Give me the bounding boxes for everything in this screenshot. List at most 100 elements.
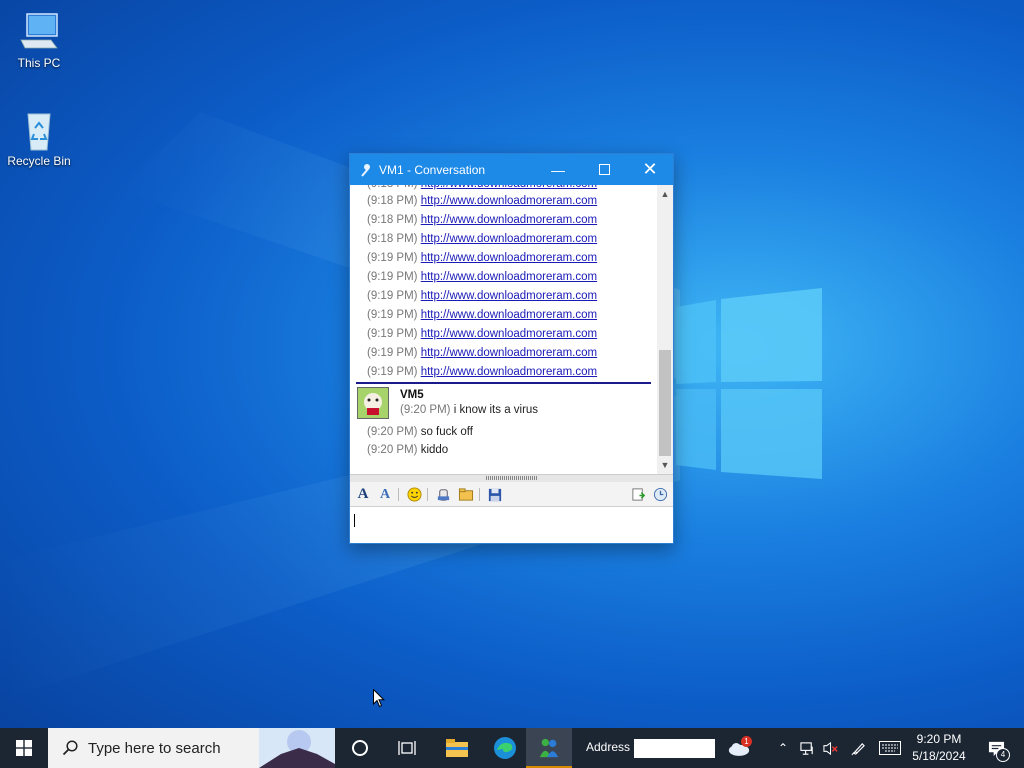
message-input[interactable] (350, 507, 673, 543)
cat-avatar-icon (358, 388, 388, 418)
floppy-disk-icon (488, 488, 502, 501)
text-caret (354, 514, 355, 527)
edge-icon (494, 737, 516, 759)
keyboard-icon (879, 741, 901, 755)
clock-time: 9:20 PM (916, 732, 962, 746)
touch-keyboard-button[interactable] (876, 728, 904, 768)
taskbar: Type here to search Address 1 ⌃ 9:20 PM … (0, 728, 1024, 768)
task-view-button[interactable] (384, 728, 430, 768)
window-titlebar[interactable]: VM1 - Conversation — ✕ (350, 154, 673, 185)
desktop-icon-label: Recycle Bin (7, 154, 71, 168)
message-link[interactable]: http://www.downloadmoreram.com (421, 271, 597, 283)
message-link[interactable]: http://www.downloadmoreram.com (421, 195, 597, 207)
message-link[interactable]: http://www.downloadmoreram.com (421, 347, 597, 359)
notification-badge: 1 (741, 736, 752, 747)
computer-icon (20, 13, 58, 49)
network-button[interactable] (796, 728, 818, 768)
action-center-badge: 4 (996, 748, 1010, 762)
nudge-button[interactable] (434, 486, 452, 503)
chat-message: (9:18 PM) http://www.downloadmoreram.com (367, 195, 598, 207)
window-title: VM1 - Conversation (379, 162, 486, 177)
pen-icon (851, 742, 865, 755)
clock-icon (653, 487, 667, 502)
minimize-icon: — (551, 161, 565, 178)
font-color-button[interactable]: A (376, 486, 394, 503)
clock-date: 5/18/2024 (912, 749, 966, 763)
file-explorer-button[interactable] (433, 728, 481, 768)
desktop-icon-this-pc[interactable]: This PC (3, 10, 75, 70)
taskbar-clock[interactable]: 9:20 PM 5/18/2024 (907, 731, 971, 765)
volume-muted-icon (822, 741, 838, 755)
message-link[interactable]: http://www.downloadmoreram.com (421, 214, 597, 226)
sender-separator (356, 382, 651, 384)
emoticon-button[interactable] (405, 486, 423, 503)
chat-message-partial: (9:18 PM) http://www.downloadmoreram.com (367, 185, 597, 190)
message-link[interactable]: http://www.downloadmoreram.com (421, 328, 597, 340)
close-button[interactable]: ✕ (627, 154, 673, 185)
messenger-icon (361, 163, 370, 177)
network-icon (799, 741, 813, 755)
chat-message: (9:19 PM) http://www.downloadmoreram.com (367, 290, 598, 302)
save-button[interactable] (486, 486, 504, 503)
show-hidden-icons-button[interactable]: ⌃ (772, 728, 794, 768)
message-link[interactable]: http://www.downloadmoreram.com (421, 366, 597, 378)
messenger-taskbar-button[interactable] (526, 728, 572, 768)
send-file-button[interactable] (457, 486, 475, 503)
font-icon: A (357, 486, 369, 502)
scroll-up-icon[interactable]: ▲ (657, 187, 673, 201)
close-icon: ✕ (642, 159, 658, 179)
maximize-button[interactable] (581, 154, 627, 185)
chat-message: (9:20 PM) i know its a virus (400, 404, 539, 416)
start-button[interactable] (0, 728, 48, 768)
font-color-icon: A (379, 486, 391, 502)
action-center-button[interactable]: 4 (978, 728, 1014, 768)
chat-scrollbar[interactable]: ▲ ▼ (657, 185, 673, 474)
message-toolbar: A A (350, 482, 673, 507)
windows-logo-icon (16, 740, 32, 756)
chat-message: (9:19 PM) http://www.downloadmoreram.com (367, 252, 598, 264)
minimize-button[interactable]: — (535, 154, 581, 185)
search-icon (62, 740, 78, 756)
paste-button[interactable] (629, 486, 647, 503)
chat-message: (9:19 PM) http://www.downloadmoreram.com (367, 328, 598, 340)
history-button[interactable] (651, 486, 669, 503)
scrollbar-thumb[interactable] (659, 350, 671, 456)
chat-message: (9:19 PM) http://www.downloadmoreram.com (367, 366, 598, 378)
pane-splitter[interactable] (350, 474, 673, 482)
task-view-icon (398, 741, 416, 755)
chat-message: (9:19 PM) http://www.downloadmoreram.com (367, 271, 598, 283)
chevron-up-icon: ⌃ (777, 741, 789, 755)
chat-history[interactable]: (9:18 PM) http://www.downloadmoreram.com… (350, 185, 659, 474)
message-link[interactable]: http://www.downloadmoreram.com (421, 252, 597, 264)
pen-button[interactable] (846, 728, 870, 768)
folder-icon (458, 488, 474, 501)
cortana-button[interactable] (337, 728, 383, 768)
message-link[interactable]: http://www.downloadmoreram.com (421, 309, 597, 321)
address-label: Address (586, 740, 631, 754)
sender-name: VM5 (400, 389, 424, 401)
edge-button[interactable] (481, 728, 529, 768)
chat-message: (9:20 PM) kiddo (367, 444, 449, 456)
weather-notification-button[interactable]: 1 (724, 728, 754, 768)
address-input[interactable] (634, 739, 715, 758)
recycle-bin-icon (27, 113, 51, 151)
taskbar-search[interactable]: Type here to search (48, 728, 335, 768)
font-button[interactable]: A (354, 486, 372, 503)
search-placeholder: Type here to search (88, 739, 221, 757)
chat-message: (9:19 PM) http://www.downloadmoreram.com (367, 309, 598, 321)
scroll-down-icon[interactable]: ▼ (657, 458, 673, 472)
message-link[interactable]: http://www.downloadmoreram.com (421, 233, 597, 245)
mouse-cursor-icon (373, 689, 385, 708)
toolbar-separator (427, 488, 428, 501)
toolbar-separator (398, 488, 399, 501)
desktop-icon-recycle-bin[interactable]: Recycle Bin (3, 108, 75, 168)
chat-message: (9:19 PM) http://www.downloadmoreram.com (367, 347, 598, 359)
maximize-icon (598, 164, 610, 175)
volume-button[interactable] (819, 728, 841, 768)
conversation-window[interactable]: VM1 - Conversation — ✕ (9:18 PM) http://… (349, 153, 674, 544)
desktop-icon-label: This PC (17, 56, 61, 70)
chat-message: (9:20 PM) so fuck off (367, 426, 473, 438)
avatar[interactable] (357, 387, 389, 419)
message-link[interactable]: http://www.downloadmoreram.com (421, 290, 597, 302)
chat-message: (9:18 PM) http://www.downloadmoreram.com (367, 214, 598, 226)
